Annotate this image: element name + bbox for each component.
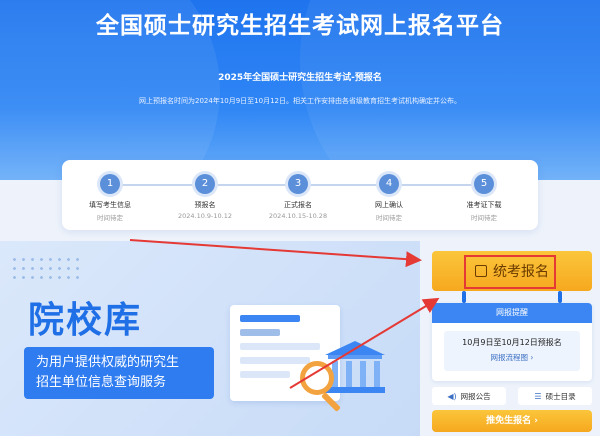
reminder-date: 10月9日至10月12日预报名 <box>462 338 562 347</box>
step-time: 时间待定 <box>376 214 402 222</box>
dot-pattern <box>10 255 80 285</box>
page-description: 网上预报名时间为2024年10月9日至10月12日。相关工作安排由各省级教育招生… <box>139 97 461 105</box>
highlight-box <box>464 255 556 289</box>
step-number: 5 <box>474 174 494 194</box>
step-2[interactable]: 2 预报名 2024.10.9-10.12 <box>160 174 250 220</box>
notice-button[interactable]: ◀) 网报公告 <box>432 387 506 405</box>
step-time: 时间待定 <box>471 214 497 222</box>
step-name: 准考证下载 <box>466 201 502 209</box>
university-library-banner[interactable]: 院校库 为用户提供权威的研究生 招生单位信息查询服务 <box>0 241 420 436</box>
catalog-label: 硕士目录 <box>545 391 576 401</box>
speaker-icon: ◀) <box>447 391 457 401</box>
step-name: 预报名 <box>194 201 216 209</box>
step-4[interactable]: 4 网上确认 时间待定 <box>344 174 434 222</box>
list-icon: ☰ <box>534 391 542 401</box>
library-description: 为用户提供权威的研究生 招生单位信息查询服务 <box>24 347 214 399</box>
library-desc-line1: 为用户提供权威的研究生 <box>36 355 180 370</box>
quick-links: ◀) 网报公告 ☰ 硕士目录 <box>432 387 592 405</box>
flowchart-link[interactable]: 网报流程图 › <box>444 352 580 363</box>
notice-label: 网报公告 <box>460 391 491 401</box>
step-time: 2024.10.15-10.28 <box>268 212 328 220</box>
process-steps: 1 填写考生信息 时间待定 2 预报名 2024.10.9-10.12 3 正式… <box>62 160 538 230</box>
step-name: 填写考生信息 <box>89 201 131 209</box>
step-5[interactable]: 5 准考证下载 时间待定 <box>439 174 529 222</box>
step-time: 2024.10.9-10.12 <box>177 212 233 220</box>
library-desc-line2: 招生单位信息查询服务 <box>36 375 167 390</box>
hero-banner: 全国硕士研究生招生考试网上报名平台 2025年全国硕士研究生招生考试-预报名 网… <box>0 0 600 180</box>
library-title: 院校库 <box>28 300 143 341</box>
page-title: 全国硕士研究生招生考试网上报名平台 <box>96 13 504 39</box>
magnifier-icon <box>300 361 334 395</box>
step-number: 3 <box>288 174 308 194</box>
step-1[interactable]: 1 填写考生信息 时间待定 <box>65 174 155 222</box>
step-name: 网上确认 <box>375 201 403 209</box>
catalog-button[interactable]: ☰ 硕士目录 <box>518 387 592 405</box>
step-3[interactable]: 3 正式报名 2024.10.15-10.28 <box>253 174 343 220</box>
step-name: 正式报名 <box>284 201 312 209</box>
reminder-panel: 网报提醒 10月9日至10月12日预报名 网报流程图 › <box>432 303 592 381</box>
page-subtitle: 2025年全国硕士研究生招生考试-预报名 <box>218 73 382 83</box>
step-number: 4 <box>379 174 399 194</box>
step-number: 1 <box>100 174 120 194</box>
reminder-panel-title: 网报提醒 <box>432 303 592 323</box>
step-number: 2 <box>195 174 215 194</box>
recommended-register-button[interactable]: 推免生报名 › <box>432 410 592 432</box>
step-time: 时间待定 <box>97 214 123 222</box>
reminder-panel-body: 10月9日至10月12日预报名 网报流程图 › <box>444 331 580 371</box>
